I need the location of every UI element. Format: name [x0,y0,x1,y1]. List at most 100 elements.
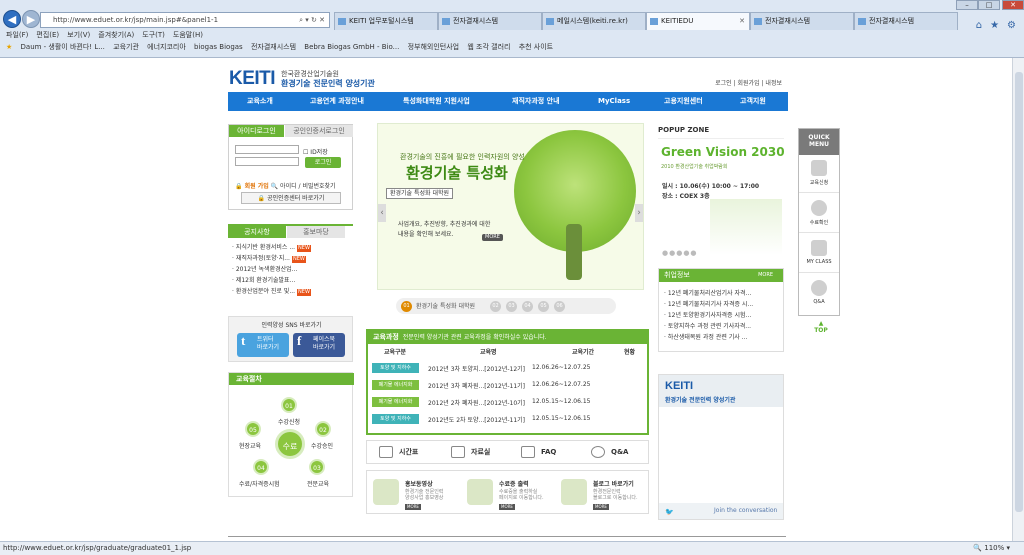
address-bar[interactable]: http://www.eduet.or.kr/jsp/main.jsp#&pan… [40,12,330,28]
join-link[interactable]: 🔒 회원 가입 [235,183,269,190]
menu-tools[interactable]: 도구(T) [142,31,165,39]
favorite-link[interactable]: 에너지코리아 [147,43,186,51]
gnb-item[interactable]: 고용연계 과정안내 [310,92,364,111]
certificate-box[interactable]: 수료증 출력 수료증을 출력하실 페이지로 이동합니다. MORE [461,471,555,513]
favorite-link[interactable]: 교육기관 [113,43,139,51]
favorite-link[interactable]: 전자결재시스템 [251,43,296,51]
timetable-link[interactable]: 시간표 [367,441,437,463]
prev-arrow-icon[interactable]: ‹ [378,204,386,222]
save-id-checkbox[interactable]: ☐ ID저장 [303,147,328,156]
quick-apply[interactable]: 교육신청 [799,155,839,193]
table-row[interactable]: 폐기물 에너지화 2012년 3차 폐자원...[2012년-11기] 12.0… [368,377,647,393]
list-item[interactable]: · 재직자과정(토양·지... NEW [232,253,311,264]
close-tab-icon[interactable]: ✕ [739,13,745,30]
site-logo[interactable]: KEITI 한국환경산업기술원 환경기술 전문인력 양성기관 [229,68,399,92]
list-item[interactable]: · 2012년 녹색환경산업... [232,264,311,275]
home-icon[interactable]: ⌂ [976,20,982,31]
facebook-button[interactable]: f 페이스북 바로가기 [293,333,345,357]
list-item[interactable]: · 제12회 환경기술발표... [232,275,311,286]
scroll-thumb[interactable] [1015,72,1023,512]
favorites-star-icon[interactable]: ★ [6,43,12,51]
search-refresh-icons[interactable]: ⌕ ▾ ↻ ✕ [299,13,325,27]
favorites-star-icon[interactable]: ★ [990,20,999,31]
banner-more-button[interactable]: MORE [482,234,503,241]
tab-id-login[interactable]: 아이디로그인 [229,125,284,137]
list-item[interactable]: · 지식기반 환경서비스 ... NEW [232,242,311,253]
favorite-link[interactable]: biogas Biogas [194,43,243,51]
faq-link[interactable]: FAQ [509,441,579,463]
login-button[interactable]: 로그인 [305,157,341,168]
browser-tab[interactable]: KEITI 업무포털시스템 [334,12,438,30]
archive-link[interactable]: 자료실 [439,441,509,463]
list-item[interactable]: · 12년 토양환경기사자격증 시험... [664,310,753,321]
quick-qna[interactable]: Q&A [799,275,839,313]
browser-tab[interactable]: 전자결재시스템 [438,12,542,30]
quick-myclass[interactable]: MY CLASS [799,235,839,273]
table-row[interactable]: 토양 및 지하수 2012년 3차 토양지...[2012년-12기] 12.0… [368,360,647,376]
list-item[interactable]: · 하산생태복원 과정 관련 기사 ... [664,332,753,343]
pager-dot[interactable]: 03 [506,301,517,312]
pager-dot[interactable]: 01 [401,301,412,312]
browser-tab[interactable]: 전자결재시스템 [854,12,958,30]
favorite-link[interactable]: Daum - 생활이 바뀐다! L... [21,43,105,51]
gnb-item[interactable]: 고용지원센터 [664,92,703,111]
popup-pager[interactable]: ●●●●● [662,249,698,257]
browser-tab-active[interactable]: KEITIEDU ✕ [646,12,750,30]
menu-edit[interactable]: 편집(E) [36,31,59,39]
password-input[interactable] [235,157,299,166]
id-input[interactable] [235,145,299,154]
menu-view[interactable]: 보기(V) [67,31,90,39]
pager-dot[interactable]: 06 [554,301,565,312]
vertical-scrollbar[interactable] [1012,58,1024,541]
tab-promo[interactable]: 홍보마당 [287,226,345,238]
gnb-item[interactable]: 교육소개 [247,92,273,111]
widget-footer[interactable]: Join the conversation [659,503,783,519]
gnb-item[interactable]: 재직자과정 안내 [512,92,560,111]
cert-center-button[interactable]: 🔒 공인인증센터 바로가기 [241,192,341,204]
find-account-link[interactable]: 🔍 아이디 / 비밀번호찾기 [271,183,336,190]
main-banner[interactable]: 환경기술의 진흥에 필요한 인력자원의 양성 환경기술 특성화 환경기술 특성화… [377,123,644,290]
browser-tab[interactable]: 전자결재시스템 [750,12,854,30]
pager-dot[interactable]: 04 [522,301,533,312]
favorite-link[interactable]: Bebra Biogas GmbH - Bio... [304,43,399,51]
tab-cert-login[interactable]: 공인인증서로그인 [285,125,353,137]
favorite-link[interactable]: 정부해외인턴사업 [408,43,460,51]
list-item[interactable]: · 환경산업분야 진로 및... NEW [232,286,311,297]
table-row[interactable]: 토양 및 지하수 2012년도 2차 토양...[2012년-11기] 12.0… [368,411,647,427]
tools-gear-icon[interactable]: ⚙ [1007,20,1016,31]
gnb-item[interactable]: 고객지원 [740,92,766,111]
back-button[interactable]: ◀ [3,10,21,28]
popup-banner[interactable]: Green Vision 2030 2010 환경산업기술 취업박람회 일시 :… [658,138,785,266]
next-arrow-icon[interactable]: › [635,204,643,222]
banner-pager: 01 환경기술 특성화 대학원 02 03 04 05 06 [396,298,616,314]
browser-tab[interactable]: 메일시스템(keiti.re.kr) [542,12,646,30]
blog-box[interactable]: 블로그 바로가기 환경전문인력 블로그로 이동합니다. MORE [555,471,649,513]
pager-dot[interactable]: 05 [538,301,549,312]
menu-help[interactable]: 도움말(H) [173,31,203,39]
banner-desc-line1: 사업개요, 추진방향, 추진경과에 대한 [398,221,491,228]
quick-completion[interactable]: 수료확인 [799,195,839,233]
list-item[interactable]: · 토양지하수 과정 관련 기사자격... [664,321,753,332]
table-row[interactable]: 폐기물 에너지화 2012년 2차 폐자원...[2012년-10기] 12.0… [368,394,647,410]
top-links[interactable]: 로그인 | 회원가입 | 내정보 [715,78,782,87]
forward-button[interactable]: ▶ [22,10,40,28]
more-button[interactable]: MORE [499,504,515,510]
twitter-button[interactable]: t 트위터 바로가기 [237,333,289,357]
more-button[interactable]: MORE [405,504,421,510]
menu-file[interactable]: 파일(F) [6,31,28,39]
tab-notice[interactable]: 공지사항 [228,226,286,238]
favorite-link[interactable]: 웹 조각 갤러리 [467,43,510,51]
gnb-item[interactable]: 특성화대학원 지원사업 [403,92,470,111]
gnb-item[interactable]: MyClass [598,92,630,111]
favorite-link[interactable]: 추천 사이트 [519,43,553,51]
qna-link[interactable]: Q&A [579,441,649,463]
top-button[interactable]: ▲ TOP [812,320,830,334]
pager-dot[interactable]: 02 [490,301,501,312]
list-item[interactable]: · 12년 폐기물처리기사 자격증 시... [664,299,753,310]
more-button[interactable]: MORE [593,504,609,510]
zoom-level[interactable]: 🔍 110% ▾ [973,542,1010,555]
jobs-more-button[interactable]: MORE [758,272,773,279]
list-item[interactable]: · 12년 폐기물처리산업기사 자격... [664,288,753,299]
promo-video-box[interactable]: 홍보동영상 환경기술 전문인력 양성사업 홍보영상 MORE [367,471,461,513]
menu-favorites[interactable]: 즐겨찾기(A) [98,31,134,39]
